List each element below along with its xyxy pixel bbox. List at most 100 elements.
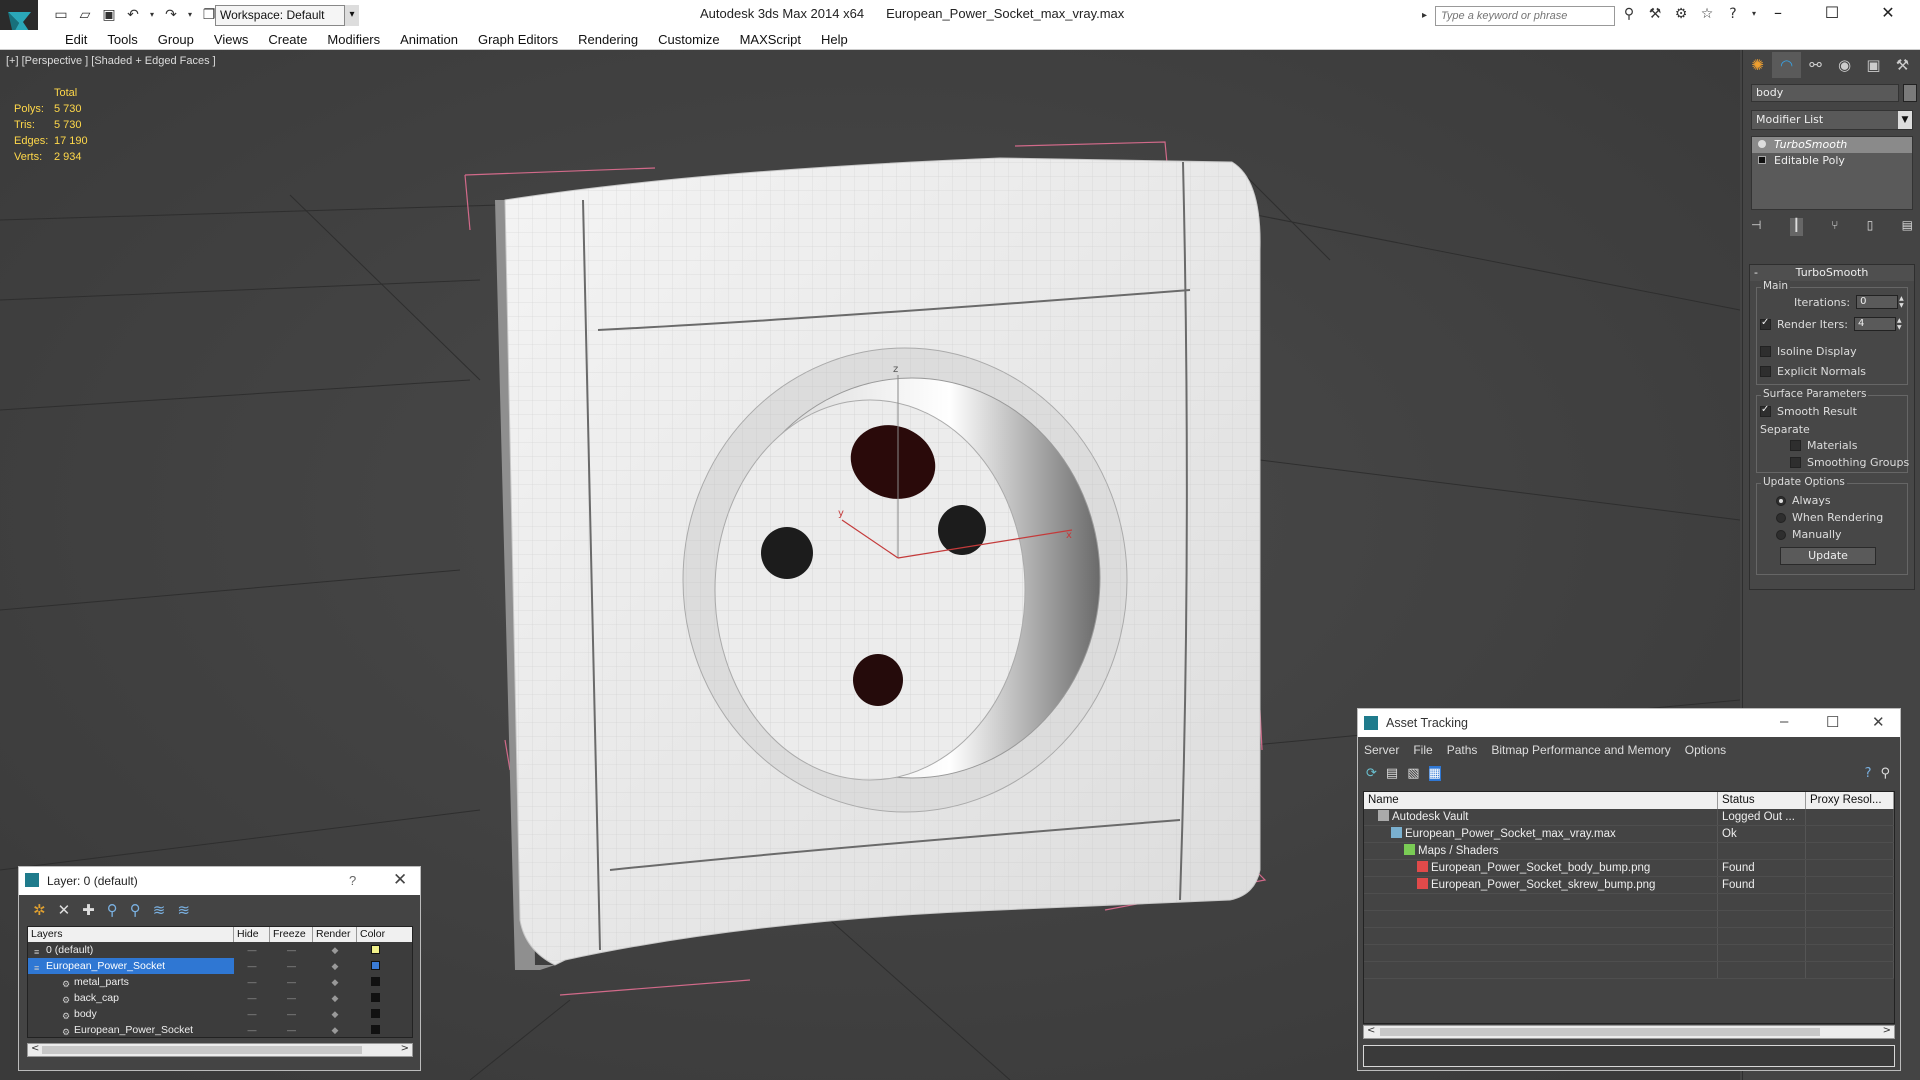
iterations-spinner[interactable]: 0 [1856,295,1899,309]
when-rendering-radio[interactable] [1776,512,1786,523]
modify-tab-icon[interactable]: ◠ [1772,52,1801,78]
create-tab-icon[interactable]: ✺ [1743,52,1772,78]
menu-group[interactable]: Group [148,32,204,47]
layer-horizontal-scrollbar[interactable]: < > [27,1043,413,1057]
search-input[interactable] [1435,6,1615,26]
remove-modifier-icon[interactable]: ▯ [1867,218,1874,236]
layer-row[interactable]: ⚙ back_cap — — ◆ [28,990,412,1006]
asset-name-cell[interactable]: European_Power_Socket_skrew_bump.png [1364,877,1718,893]
stack-item-turbosmooth[interactable]: TurboSmooth [1752,137,1912,153]
layer-name-cell[interactable]: ⚙ metal_parts [28,974,234,990]
layer-window-titlebar[interactable]: Layer: 0 (default) ? ✕ [19,867,420,895]
menu-tools[interactable]: Tools [97,32,147,47]
help-search-icon[interactable]: ⚲ [1880,766,1890,781]
layer-settings-icon[interactable]: ✲ [33,901,46,919]
asset-row[interactable]: Autodesk Vault Logged Out ... [1364,809,1894,826]
delete-layer-icon[interactable]: ✕ [58,901,71,919]
menu-create[interactable]: Create [258,32,317,47]
select-objects-icon[interactable]: ⚲ [130,901,141,919]
minimize-icon[interactable]: – [1780,713,1788,730]
expand-box-icon[interactable] [1758,156,1766,164]
smooth-result-checkbox[interactable] [1760,404,1771,417]
asset-menu-server[interactable]: Server [1364,743,1399,757]
asset-name-cell[interactable]: European_Power_Socket_max_vray.max [1364,826,1718,842]
hide-toggle[interactable]: — [234,1022,270,1038]
asset-menu-paths[interactable]: Paths [1447,743,1478,757]
maximize-icon[interactable]: ☐ [1826,713,1839,731]
render-toggle-icon[interactable]: ◆ [313,1006,357,1022]
open-file-icon[interactable]: ▱ [76,6,94,24]
layer-name-cell[interactable]: ⚙ European_Power_Socket [28,1022,234,1038]
scroll-left-icon[interactable]: < [31,1043,39,1054]
menu-edit[interactable]: Edit [55,32,97,47]
layer-color-swatch[interactable] [370,961,380,970]
asset-row[interactable]: European_Power_Socket_max_vray.max Ok [1364,826,1894,843]
layer-row[interactable]: ⚙ metal_parts — — ◆ [28,974,412,990]
layer-color-cell[interactable] [357,990,393,1006]
modifier-list-dropdown[interactable]: Modifier List ▼ [1751,110,1913,130]
layer-row[interactable]: ≡ European_Power_Socket — — ◆ [28,958,412,974]
scrollbar-thumb[interactable] [42,1046,362,1054]
render-toggle-icon[interactable]: ◆ [313,990,357,1006]
render-iters-spinner[interactable]: 4 [1853,317,1896,331]
layer-color-cell[interactable] [357,1022,393,1038]
undo-dropdown-icon[interactable]: ▾ [148,6,156,24]
stack-item-editable-poly[interactable]: Editable Poly [1752,153,1912,169]
render-toggle-icon[interactable]: ◆ [313,1022,357,1038]
always-radio[interactable] [1776,495,1786,506]
layer-color-swatch[interactable] [370,1009,380,1018]
column-layers[interactable]: Layers [28,927,234,942]
new-file-icon[interactable]: ▭ [52,6,70,24]
close-icon[interactable]: ✕ [393,870,407,890]
hide-toggle[interactable]: — [234,942,270,958]
utilities-tab-icon[interactable]: ⚒ [1888,52,1917,78]
layer-color-cell[interactable] [357,958,393,974]
column-color[interactable]: Color [357,927,393,942]
communication-icon[interactable]: ⚙ [1672,5,1690,23]
pin-stack-icon[interactable]: ⊣ [1751,218,1761,236]
menu-animation[interactable]: Animation [390,32,468,47]
freeze-toggle[interactable]: — [270,942,313,958]
rollout-header[interactable]: - TurboSmooth [1750,265,1914,281]
isoline-display-checkbox[interactable] [1760,346,1771,357]
layer-name-cell[interactable]: ⚙ back_cap [28,990,234,1006]
layer-name-cell[interactable]: ≡ 0 (default) [28,942,234,958]
asset-row[interactable]: European_Power_Socket_skrew_bump.png Foun… [1364,877,1894,894]
help-icon[interactable]: ? [1724,5,1742,23]
hide-freeze-all-icon[interactable]: ≋ [177,901,190,919]
maximize-icon[interactable]: ☐ [1810,0,1854,26]
viewport-label-menu[interactable]: [+] [Perspective ] [Shaded + Edged Faces… [6,55,216,67]
layer-color-cell[interactable] [357,942,393,958]
workspace-dropdown[interactable]: Workspace: Default [215,5,359,26]
close-icon[interactable]: ✕ [1872,713,1885,731]
column-hide[interactable]: Hide [234,927,270,942]
configure-sets-icon[interactable]: ▤ [1902,218,1913,236]
show-end-result-icon[interactable]: ┃ [1789,218,1803,236]
refresh-icon[interactable]: ⟳ [1366,766,1377,781]
layer-row[interactable]: ⚙ European_Power_Socket — — ◆ [28,1022,412,1038]
render-iters-checkbox[interactable] [1760,317,1771,330]
menu-help[interactable]: Help [811,32,858,47]
scroll-right-icon[interactable]: > [1883,1025,1891,1036]
spinner-arrows-icon[interactable]: ▲ ▼ [1897,317,1905,331]
add-selection-icon[interactable]: ⚲ [107,901,118,919]
menu-customize[interactable]: Customize [648,32,729,47]
redo-dropdown-icon[interactable]: ▾ [186,6,194,24]
asset-horizontal-scrollbar[interactable]: < > [1363,1025,1895,1039]
favorites-star-icon[interactable]: ☆ [1698,5,1716,23]
asset-row[interactable]: European_Power_Socket_body_bump.png Found [1364,860,1894,877]
asset-name-cell[interactable]: Maps / Shaders [1364,843,1718,859]
layer-name-cell[interactable]: ≡ European_Power_Socket [28,958,234,974]
layer-row[interactable]: ≡ 0 (default) — — ◆ [28,942,412,958]
object-name-field[interactable]: body [1751,84,1899,102]
table-view-icon[interactable]: ▦ [1428,766,1441,781]
hide-toggle[interactable]: — [234,1006,270,1022]
hide-toggle[interactable]: — [234,958,270,974]
freeze-toggle[interactable]: — [270,974,313,990]
lightbulb-icon[interactable] [1758,140,1766,148]
column-render[interactable]: Render [313,927,357,942]
freeze-toggle[interactable]: — [270,1022,313,1038]
chevron-down-icon[interactable]: ▾ [344,5,359,26]
close-icon[interactable]: ✕ [1866,0,1910,26]
redo-icon[interactable]: ↷ [162,6,180,24]
